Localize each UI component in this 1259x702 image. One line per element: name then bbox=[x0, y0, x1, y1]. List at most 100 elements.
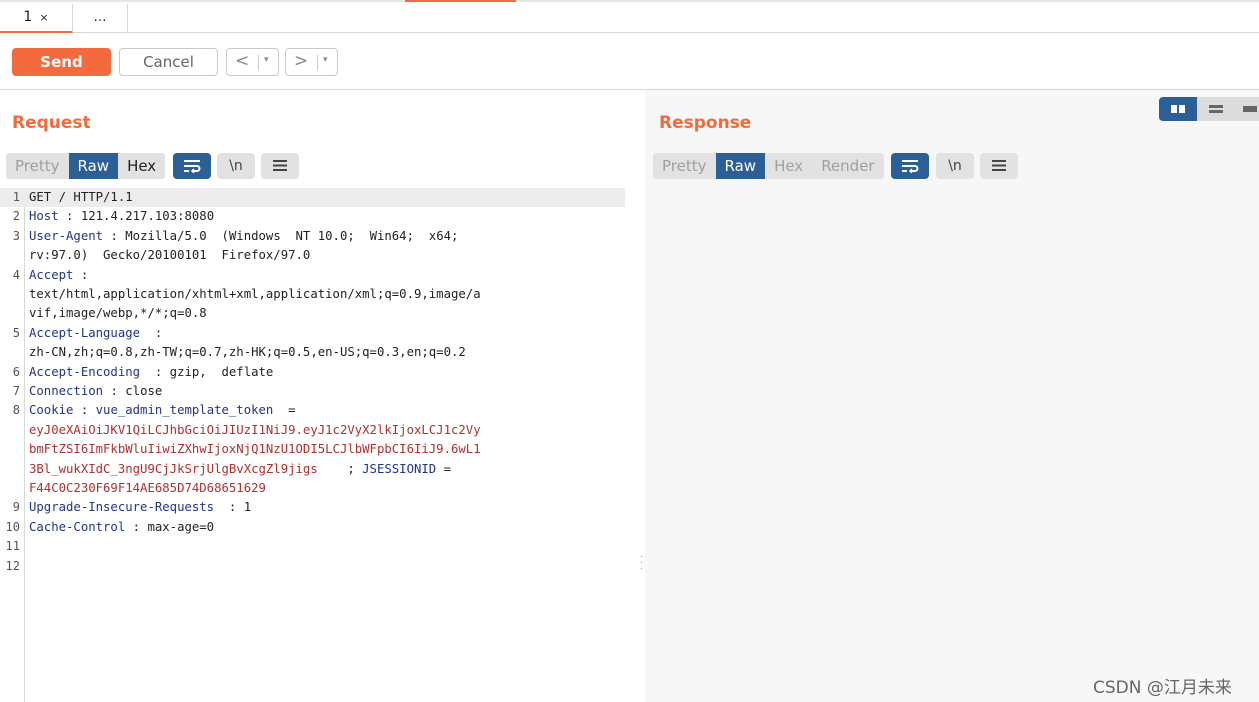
close-icon[interactable]: × bbox=[39, 11, 48, 24]
wrap-lines-icon[interactable] bbox=[891, 153, 929, 179]
code-line: 2 Host : 121.4.217.103:8080 bbox=[0, 207, 625, 226]
code-text: Host : 121.4.217.103:8080 bbox=[29, 207, 214, 226]
code-line: 4 Accept : bbox=[0, 266, 625, 285]
code-text: Accept : bbox=[29, 266, 88, 285]
tab-render[interactable]: Render bbox=[812, 153, 883, 179]
code-text: 3Bl_wukXIdC_3ngU9CjJkSrjUlgBvXcgZl9jigs … bbox=[29, 460, 451, 479]
send-button[interactable]: Send bbox=[12, 48, 111, 76]
tab-hex[interactable]: Hex bbox=[765, 153, 812, 179]
line-number: 2 bbox=[12, 209, 20, 224]
line-number: 8 bbox=[12, 403, 20, 418]
line-number: 6 bbox=[12, 364, 20, 379]
chevron-down-icon[interactable]: ▾ bbox=[323, 55, 328, 65]
code-text: eyJ0eXAiOiJKV1QiLCJhbGciOiJIUzI1NiJ9.eyJ… bbox=[29, 421, 481, 440]
header-value: : bbox=[73, 403, 96, 418]
line-number: 11 bbox=[5, 539, 20, 554]
layout-split-icon[interactable] bbox=[1159, 97, 1197, 121]
line-number: 12 bbox=[5, 558, 20, 573]
menu-icon[interactable] bbox=[261, 153, 299, 179]
layout-stacked-icon[interactable] bbox=[1197, 97, 1235, 121]
newline-icon[interactable]: \n bbox=[217, 153, 255, 179]
tab-1[interactable]: 1 × bbox=[0, 4, 73, 33]
header-value: = bbox=[436, 461, 452, 476]
code-line: 5 Accept-Language : bbox=[0, 324, 625, 343]
header-name: Cache-Control bbox=[29, 519, 126, 534]
tab-pretty[interactable]: Pretty bbox=[6, 153, 69, 179]
header-value: GET / HTTP/1.1 bbox=[29, 190, 133, 204]
layout-switcher bbox=[1159, 97, 1259, 121]
drag-handle-icon[interactable]: · · · bbox=[640, 553, 643, 575]
layout-tabbed-icon[interactable] bbox=[1235, 97, 1259, 121]
code-line: F44C0C230F69F14AE685D74D6865162​9 bbox=[0, 479, 625, 498]
menu-icon[interactable] bbox=[980, 153, 1018, 179]
code-line: 12 bbox=[0, 557, 625, 576]
tab-bar: 1 × … bbox=[0, 2, 1259, 33]
wrap-lines-icon[interactable] bbox=[173, 153, 211, 179]
code-text: text/html,application/xhtml+xml,applicat… bbox=[29, 285, 481, 304]
code-line: vif,image/webp,*/*;q=0.8 bbox=[0, 304, 625, 323]
chevron-left-icon: < bbox=[235, 51, 250, 71]
request-title: Request bbox=[12, 113, 91, 133]
header-value: = bbox=[273, 403, 296, 418]
header-value: : 121.4.217.103:8080 bbox=[58, 209, 215, 224]
header-value: : gzip, deflate bbox=[140, 364, 274, 379]
back-button[interactable]: < ▾ bbox=[226, 48, 279, 76]
watermark: CSDN @江月未来 bbox=[1093, 678, 1232, 698]
header-value: ; bbox=[317, 461, 363, 476]
header-name: Connection bbox=[29, 384, 104, 398]
header-value: : bbox=[140, 325, 163, 340]
line-number: 3 bbox=[12, 228, 20, 243]
tab-hex[interactable]: Hex bbox=[118, 153, 165, 179]
code-line: 8 Cookie : vue_admin_template_token = bbox=[0, 401, 625, 420]
tab-pretty[interactable]: Pretty bbox=[653, 153, 716, 179]
code-line: bmFtZSI6ImFkbWluIiwiZXhwIjoxNjQ1NzU1ODI5… bbox=[0, 440, 625, 459]
tab-more[interactable]: … bbox=[73, 4, 128, 33]
code-text: bmFtZSI6ImFkbWluIiwiZXhwIjoxNjQ1NzU1ODI5… bbox=[29, 440, 481, 459]
request-view-tabs: Pretty Raw Hex bbox=[6, 153, 166, 179]
header-value: rv:97.0) Gecko/20100101 Firefox/97.0 bbox=[29, 248, 311, 263]
code-text: rv:97.0) Gecko/20100101 Firefox/97.0 bbox=[29, 246, 310, 265]
header-value: zh-CN,zh;q=0.8,zh-TW;q=0.7,zh-HK;q=0.5,e… bbox=[29, 345, 466, 360]
line-number: 7 bbox=[12, 384, 20, 398]
code-text: Upgrade-Insecure-Requests : 1 bbox=[29, 498, 251, 517]
request-editor[interactable]: 1 GET / HTTP/1.1 2 Host : 121.4.217.103:808… bbox=[0, 188, 637, 702]
header-value: text/html,application/xhtml+xml,applicat… bbox=[29, 287, 481, 301]
line-number: 5 bbox=[12, 325, 20, 340]
code-text: vif,image/webp,*/*;q=0.8 bbox=[29, 304, 207, 323]
cookie-value: bmFtZSI6ImFkbWluIiwiZXhwIjoxNjQ1NzU1ODI5… bbox=[29, 442, 481, 457]
code-text: User-Agent : Mozilla/5.0 (Windows NT 10.… bbox=[29, 227, 458, 246]
code-text: Accept-Language : bbox=[29, 324, 162, 343]
cookie-value: 3Bl_wukXIdC_3ngU9CjJkSrjUlgBvXcgZl9jigs bbox=[29, 461, 318, 476]
panel-divider[interactable] bbox=[637, 90, 645, 702]
line-number: 4 bbox=[12, 267, 20, 282]
code-text: GET / HTTP/1.1 bbox=[29, 188, 133, 207]
code-line: 11 bbox=[0, 537, 625, 556]
code-line: 6 Accept-Encoding : gzip, deflate bbox=[0, 363, 625, 382]
code-line: text/html,application/xhtml+xml,applicat… bbox=[0, 285, 625, 304]
line-number: 10 bbox=[5, 519, 20, 534]
toolbar: Send Cancel < ▾ > ▾ bbox=[0, 33, 1259, 90]
code-line: 9 Upgrade-Insecure-Requests : 1 bbox=[0, 498, 625, 517]
header-value: : Mozilla/5.0 (Windows NT 10.0; Win64; x… bbox=[103, 228, 459, 243]
response-pane bbox=[645, 90, 1259, 702]
code-text: Connection : close bbox=[29, 382, 162, 401]
cookie-value: eyJ0eXAiOiJKV1QiLCJhbGciOiJIUzI1NiJ9.eyJ… bbox=[29, 422, 481, 437]
tab-raw[interactable]: Raw bbox=[68, 153, 119, 179]
cookie-name: JSESSIONID bbox=[362, 461, 437, 476]
code-line: 1 GET / HTTP/1.1 bbox=[0, 188, 625, 208]
cookie-name: vue_admin_template_token bbox=[95, 403, 274, 418]
newline-icon[interactable]: \n bbox=[936, 153, 974, 179]
code-text: Cache-Control : max-age=0 bbox=[29, 518, 214, 537]
header-value: : close bbox=[103, 384, 163, 398]
code-line: 7 Connection : close bbox=[0, 382, 625, 401]
chevron-down-icon[interactable]: ▾ bbox=[264, 55, 269, 65]
tab-raw[interactable]: Raw bbox=[715, 153, 766, 179]
code-line: rv:97.0) Gecko/20100101 Firefox/97.0 bbox=[0, 246, 625, 265]
header-name: Upgrade-Insecure-Requests bbox=[29, 500, 215, 515]
code-line: 3Bl_wukXIdC_3ngU9CjJkSrjUlgBvXcgZl9jigs … bbox=[0, 460, 625, 479]
response-view-tabs: Pretty Raw Hex Render bbox=[653, 153, 884, 179]
forward-button[interactable]: > ▾ bbox=[285, 48, 338, 76]
cancel-button[interactable]: Cancel bbox=[119, 48, 218, 76]
code-line: zh-CN,zh;q=0.8,zh-TW;q=0.7,zh-HK;q=0.5,e… bbox=[0, 343, 625, 362]
code-text: F44C0C230F69F14AE685D74D6865162​9 bbox=[29, 479, 266, 498]
